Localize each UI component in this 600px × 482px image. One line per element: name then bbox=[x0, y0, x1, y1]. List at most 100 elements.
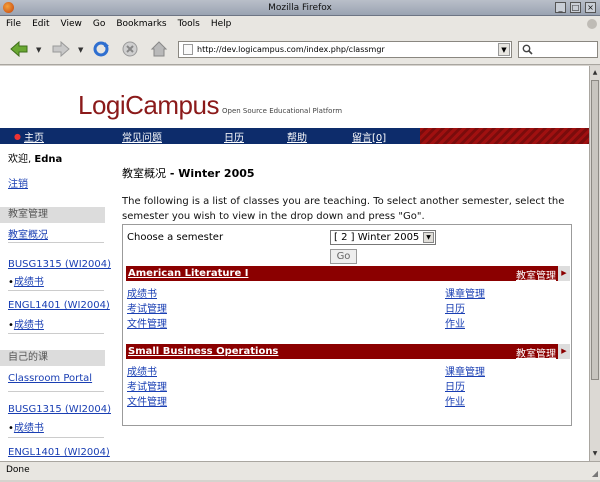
file-manage-link[interactable]: 文件管理 bbox=[127, 393, 167, 408]
logout-link[interactable]: 注销 bbox=[8, 175, 28, 190]
sidebar: 欢迎, Edna 注销 教室管理 教室概况 BUSG1315 (WI2004) … bbox=[0, 145, 111, 461]
gradebook-link[interactable]: 成绩书 bbox=[127, 363, 157, 378]
divider bbox=[8, 242, 104, 243]
address-text: http://dev.logicampus.com/index.php/clas… bbox=[197, 45, 385, 54]
nav-decoration bbox=[420, 128, 589, 144]
reload-icon bbox=[93, 41, 109, 57]
lesson-manage-link[interactable]: 课章管理 bbox=[445, 285, 485, 300]
teaching-sub-item: •成绩书 bbox=[8, 277, 44, 288]
forward-arrow-icon bbox=[52, 41, 70, 57]
file-manage-link[interactable]: 文件管理 bbox=[127, 315, 167, 330]
window-titlebar: Mozilla Firefox _ □ × bbox=[0, 0, 600, 16]
divider bbox=[8, 333, 104, 334]
navigation-toolbar: ▼ ▼ http://dev.logicampus.com/index.php/… bbox=[0, 32, 600, 65]
stop-icon bbox=[122, 41, 138, 57]
user-name: Edna bbox=[34, 154, 63, 165]
assignments-link[interactable]: 作业 bbox=[445, 315, 465, 330]
classroom-overview-link[interactable]: 教室概况 bbox=[8, 226, 48, 241]
intro-text: The following is a list of classes you a… bbox=[122, 196, 565, 222]
class-header: Small Business Operations 教室管理 ▶ bbox=[126, 344, 570, 360]
search-icon bbox=[522, 44, 533, 55]
calendar-link[interactable]: 日历 bbox=[445, 378, 465, 393]
back-dropdown-icon[interactable]: ▼ bbox=[36, 46, 41, 54]
class-header: American Literature I 教室管理 ▶ bbox=[126, 266, 570, 282]
enrolled-course-link[interactable]: BUSG1315 (WI2004) bbox=[8, 404, 111, 415]
menu-view[interactable]: View bbox=[61, 19, 82, 29]
web-content: LogiCampus Open Source Educational Platf… bbox=[0, 66, 589, 461]
stop-button[interactable] bbox=[119, 38, 141, 60]
vertical-scrollbar[interactable]: ▲ ▼ bbox=[589, 66, 600, 461]
calendar-link[interactable]: 日历 bbox=[445, 300, 465, 315]
status-bar: Done ◢ bbox=[0, 461, 600, 480]
menu-edit[interactable]: Edit bbox=[32, 19, 49, 29]
teaching-course-link[interactable]: ENGL1401 (WI2004) bbox=[8, 300, 110, 311]
teaching-course-link[interactable]: BUSG1315 (WI2004) bbox=[8, 259, 111, 270]
gradebook-link[interactable]: 成绩书 bbox=[14, 423, 44, 434]
tab-calendar[interactable]: 日历 bbox=[224, 128, 244, 144]
menu-file[interactable]: File bbox=[6, 19, 21, 29]
lesson-manage-link[interactable]: 课章管理 bbox=[445, 363, 485, 378]
reload-button[interactable] bbox=[90, 38, 112, 60]
my-classes-header: 自己的课 bbox=[0, 350, 105, 366]
divider bbox=[8, 437, 104, 438]
minimize-button[interactable]: _ bbox=[555, 2, 566, 13]
semester-label: Choose a semester bbox=[127, 232, 224, 243]
search-box[interactable] bbox=[518, 41, 598, 58]
classroom-portal-link[interactable]: Classroom Portal bbox=[8, 373, 92, 384]
back-button[interactable] bbox=[8, 38, 30, 60]
resize-grip-icon[interactable]: ◢ bbox=[592, 465, 598, 482]
menu-bar: File Edit View Go Bookmarks Tools Help bbox=[0, 16, 600, 32]
close-button[interactable]: × bbox=[585, 2, 596, 13]
bullet-icon: ● bbox=[14, 131, 21, 141]
arrow-right-icon[interactable]: ▶ bbox=[558, 266, 570, 281]
firefox-icon bbox=[3, 2, 14, 13]
main-content: 教室概况 - Winter 2005 The following is a li… bbox=[122, 145, 587, 461]
divider bbox=[8, 290, 104, 291]
gradebook-link[interactable]: 成绩书 bbox=[127, 285, 157, 300]
tab-messages[interactable]: 留言[0] bbox=[352, 128, 386, 144]
home-icon bbox=[150, 41, 168, 57]
arrow-right-icon[interactable]: ▶ bbox=[558, 344, 570, 359]
page-icon bbox=[183, 44, 193, 55]
exam-manage-link[interactable]: 考试管理 bbox=[127, 300, 167, 315]
forward-dropdown-icon[interactable]: ▼ bbox=[78, 46, 83, 54]
greeting: 欢迎, Edna bbox=[8, 154, 63, 165]
window-title: Mozilla Firefox bbox=[268, 2, 332, 13]
menu-go[interactable]: Go bbox=[93, 19, 105, 29]
class-manage-link[interactable]: 教室管理 bbox=[516, 267, 556, 282]
divider bbox=[8, 391, 104, 392]
classroom-header: 教室管理 bbox=[0, 207, 105, 223]
enrolled-sub-item: •成绩书 bbox=[8, 423, 44, 434]
tab-home[interactable]: ● 主页 bbox=[14, 128, 44, 144]
assignments-link[interactable]: 作业 bbox=[445, 393, 465, 408]
forward-button[interactable] bbox=[50, 38, 72, 60]
maximize-button[interactable]: □ bbox=[570, 2, 581, 13]
semester-select[interactable]: [ 2 ] Winter 2005 ▼ bbox=[330, 230, 436, 245]
throbber-icon bbox=[587, 19, 597, 29]
tab-help[interactable]: 帮助 bbox=[287, 128, 307, 144]
semester-value: [ 2 ] Winter 2005 bbox=[334, 232, 420, 243]
chevron-down-icon: ▼ bbox=[423, 232, 434, 243]
tab-faq[interactable]: 常见问题 bbox=[122, 128, 162, 144]
class-manage-link[interactable]: 教室管理 bbox=[516, 345, 556, 360]
status-text: Done bbox=[6, 465, 30, 475]
gradebook-link[interactable]: 成绩书 bbox=[14, 320, 44, 331]
menu-bookmarks[interactable]: Bookmarks bbox=[116, 19, 166, 29]
enrolled-course-link[interactable]: ENGL1401 (WI2004) bbox=[8, 447, 110, 458]
go-button[interactable]: Go bbox=[330, 249, 357, 264]
site-logo: LogiCampus bbox=[78, 90, 219, 120]
address-dropdown-icon[interactable]: ▼ bbox=[498, 43, 510, 56]
menu-tools[interactable]: Tools bbox=[178, 19, 200, 29]
home-button[interactable] bbox=[148, 38, 170, 60]
menu-help[interactable]: Help bbox=[211, 19, 232, 29]
site-nav-bar: ● 主页 常见问题 日历 帮助 留言[0] bbox=[0, 128, 589, 144]
back-arrow-icon bbox=[10, 41, 28, 57]
scroll-up-icon[interactable]: ▲ bbox=[591, 68, 599, 78]
scroll-down-icon[interactable]: ▼ bbox=[591, 449, 599, 459]
gradebook-link[interactable]: 成绩书 bbox=[14, 277, 44, 288]
class-name-link[interactable]: American Literature I bbox=[126, 268, 248, 279]
scrollbar-thumb[interactable] bbox=[591, 80, 599, 380]
class-name-link[interactable]: Small Business Operations bbox=[126, 346, 278, 357]
address-bar[interactable]: http://dev.logicampus.com/index.php/clas… bbox=[178, 41, 512, 58]
exam-manage-link[interactable]: 考试管理 bbox=[127, 378, 167, 393]
